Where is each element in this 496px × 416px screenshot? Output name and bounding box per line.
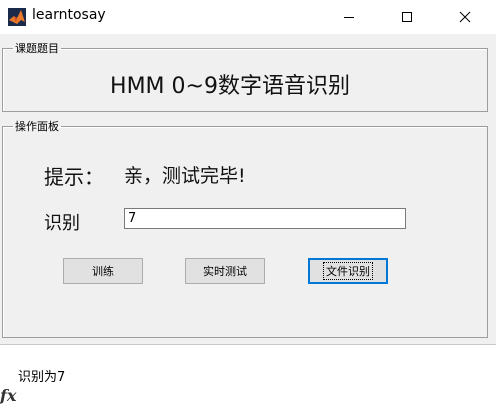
file-recognition-button[interactable]: 文件识别 (308, 258, 388, 284)
window-title: learntosay (32, 7, 106, 23)
maximize-button[interactable] (384, 0, 430, 34)
file-recognition-button-label: 文件识别 (323, 262, 373, 280)
close-button[interactable] (442, 0, 488, 34)
train-button-label: 训练 (92, 265, 114, 278)
minimize-icon (344, 17, 354, 18)
app-window: learntosay 课题题目 HMM 0~9数字语音识别 操作面板 提示： 亲… (0, 0, 496, 345)
maximize-icon (402, 12, 412, 22)
command-window[interactable] (0, 345, 496, 416)
topic-group-legend: 课题题目 (15, 42, 59, 55)
project-title: HMM 0~9数字语音识别 (110, 74, 350, 99)
fx-icon[interactable]: fx (0, 386, 16, 405)
result-input[interactable] (124, 208, 406, 229)
title-bar[interactable]: learntosay (0, 0, 496, 34)
result-label: 识别 (44, 213, 80, 234)
operation-panel-legend: 操作面板 (15, 120, 59, 133)
train-button[interactable]: 训练 (63, 258, 143, 284)
minimize-button[interactable] (326, 0, 372, 34)
hint-label: 提示： (44, 165, 104, 189)
matlab-icon (8, 8, 26, 26)
realtime-test-button-label: 实时测试 (203, 265, 247, 278)
close-icon (459, 11, 471, 23)
hint-message: 亲，测试完毕! (124, 165, 246, 187)
realtime-test-button[interactable]: 实时测试 (185, 258, 265, 284)
command-output: 识别为7 (18, 370, 66, 385)
